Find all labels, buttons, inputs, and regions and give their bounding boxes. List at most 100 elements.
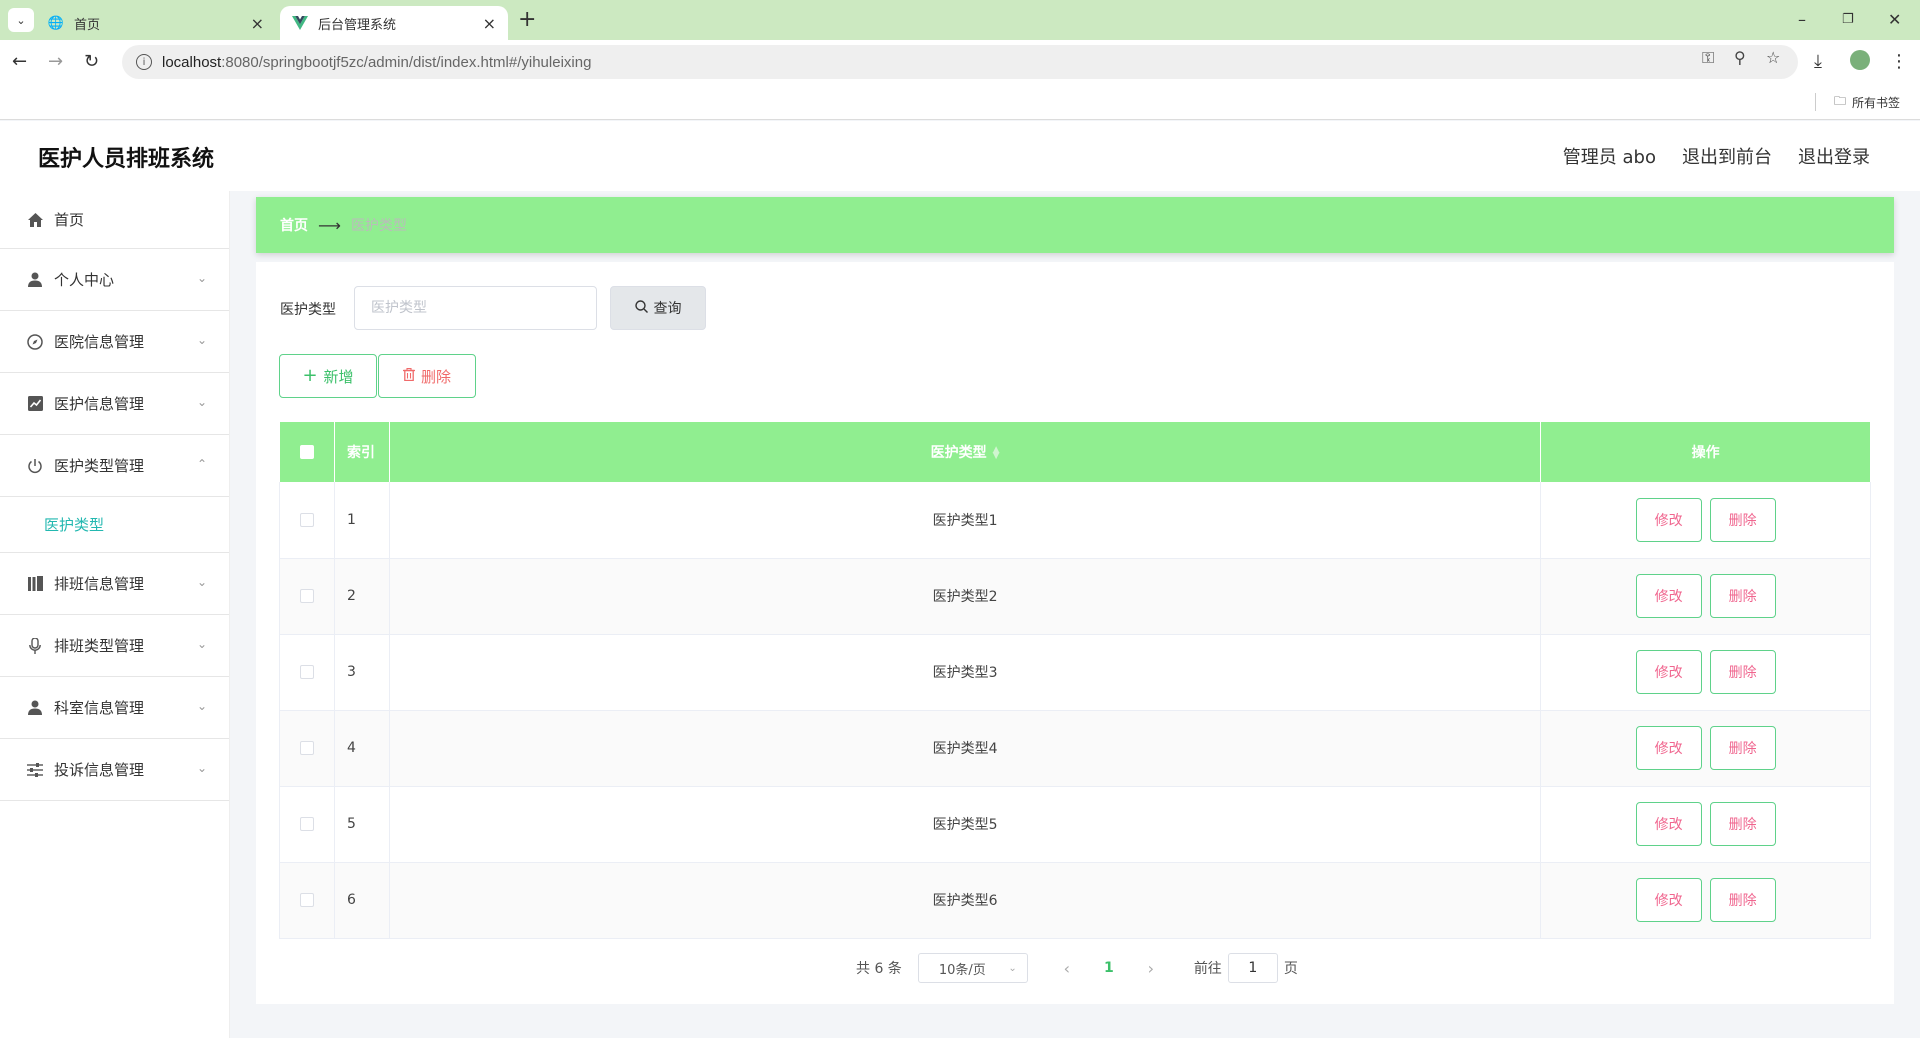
batch-delete-button[interactable]: 删除: [378, 354, 476, 398]
current-user: 管理员 abo: [1562, 147, 1656, 168]
folder-icon: 🗀: [1834, 94, 1847, 108]
sidebar-item-medical-staff[interactable]: 医护信息管理 ⌄: [0, 373, 229, 435]
goto-page-input[interactable]: [1227, 953, 1278, 983]
row-checkbox[interactable]: [299, 893, 314, 907]
row-checkbox[interactable]: [299, 817, 314, 831]
browser-tab-home[interactable]: 🌐 首页 ×: [36, 6, 276, 40]
row-actions: 修改 删除: [1540, 862, 1871, 939]
row-checkbox[interactable]: [299, 589, 314, 603]
table-row: 4 医护类型4 修改 删除: [279, 710, 1871, 787]
header-links: 管理员 abo 退出到前台 退出登录: [1563, 143, 1870, 169]
row-delete-button[interactable]: 删除: [1709, 802, 1776, 846]
tab-search-chevron-icon[interactable]: ⌄: [8, 8, 34, 32]
sidebar-item-complaint-info[interactable]: 投诉信息管理 ⌄: [0, 739, 229, 801]
edit-button[interactable]: 修改: [1635, 802, 1702, 846]
sidebar-item-department-info[interactable]: 科室信息管理 ⌄: [0, 677, 229, 739]
kebab-menu-icon[interactable]: ⋮: [1890, 50, 1908, 74]
content-panel: 医护类型 查询 + 新增 删除 索引 医护类型 ▲▼ 操作: [256, 262, 1894, 1004]
column-header-index: 索引: [334, 422, 390, 482]
row-type: 医护类型5: [389, 786, 1542, 863]
reload-icon[interactable]: ↻: [84, 50, 99, 74]
row-actions: 修改 删除: [1540, 786, 1871, 863]
minimize-icon[interactable]: –: [1798, 8, 1806, 32]
row-select-cell: [279, 634, 335, 711]
row-delete-button[interactable]: 删除: [1709, 726, 1776, 770]
restore-icon[interactable]: ❐: [1842, 8, 1854, 32]
breadcrumb-home[interactable]: 首页: [280, 215, 308, 235]
back-to-frontend-link[interactable]: 退出到前台: [1682, 143, 1772, 169]
sidebar-item-label: 排班信息管理: [54, 575, 145, 593]
info-icon[interactable]: i: [136, 54, 152, 70]
sliders-icon: [26, 761, 44, 779]
page-size-select[interactable]: 10条/页 ⌄: [917, 953, 1028, 983]
row-select-cell: [279, 710, 335, 787]
row-delete-button[interactable]: 删除: [1709, 878, 1776, 922]
row-delete-button[interactable]: 删除: [1709, 497, 1776, 542]
row-index: 5: [334, 786, 390, 863]
row-type: 医护类型2: [389, 558, 1542, 635]
sidebar: 首页 个人中心 ⌄ 医院信息管理 ⌄ 医护信息管理 ⌄ 医护类型管理 ⌃ 医护类…: [0, 191, 230, 1038]
window-close-icon[interactable]: ✕: [1888, 8, 1901, 32]
url-field[interactable]: i localhost:8080/springbootjf5zc/admin/d…: [122, 45, 1798, 79]
sort-caret-icon[interactable]: ▲ ▼: [993, 446, 1000, 461]
row-type: 医护类型4: [389, 710, 1542, 787]
row-checkbox[interactable]: [299, 741, 314, 755]
edit-button[interactable]: 修改: [1635, 497, 1702, 542]
all-bookmarks-button[interactable]: 🗀 所有书签: [1834, 92, 1900, 113]
row-type: 医护类型3: [389, 634, 1542, 711]
search-button[interactable]: 查询: [610, 286, 706, 330]
table-row: 3 医护类型3 修改 删除: [279, 634, 1871, 711]
profile-avatar-icon[interactable]: [1850, 50, 1870, 77]
home-icon: [26, 211, 44, 229]
column-header-type[interactable]: 医护类型 ▲ ▼: [389, 422, 1542, 482]
search-input[interactable]: [354, 286, 597, 330]
chart-icon: [26, 395, 44, 413]
row-delete-button[interactable]: 删除: [1709, 650, 1776, 694]
edit-button[interactable]: 修改: [1635, 878, 1702, 922]
row-actions: 修改 删除: [1540, 558, 1871, 635]
tab-label: 首页: [74, 17, 101, 33]
sidebar-subitem-medical-type[interactable]: 医护类型: [0, 497, 229, 553]
row-checkbox[interactable]: [299, 512, 314, 527]
microphone-icon: [26, 637, 44, 655]
sidebar-item-schedule-info[interactable]: 排班信息管理 ⌄: [0, 553, 229, 615]
edit-button[interactable]: 修改: [1635, 650, 1702, 694]
chevron-down-icon: ⌄: [196, 395, 207, 409]
sidebar-item-home[interactable]: 首页: [0, 191, 229, 249]
sidebar-item-medical-type-mgmt[interactable]: 医护类型管理 ⌃: [0, 435, 229, 497]
chevron-down-icon: ⌄: [196, 699, 207, 713]
chevron-up-icon: ⌃: [196, 457, 207, 471]
add-button[interactable]: + 新增: [279, 354, 377, 398]
download-icon[interactable]: ⤓: [1814, 50, 1822, 74]
row-delete-button[interactable]: 删除: [1709, 574, 1776, 618]
select-all-cell: [279, 422, 335, 482]
edit-button[interactable]: 修改: [1635, 726, 1702, 770]
table-header-row: 索引 医护类型 ▲ ▼ 操作: [279, 422, 1871, 482]
delete-button-label: 删除: [420, 367, 451, 386]
page-number-current[interactable]: 1: [1086, 960, 1132, 976]
close-icon[interactable]: ×: [251, 14, 264, 33]
next-page-icon[interactable]: ›: [1132, 959, 1170, 978]
row-type: 医护类型1: [389, 482, 1542, 559]
logout-link[interactable]: 退出登录: [1798, 143, 1870, 169]
new-tab-icon[interactable]: +: [518, 8, 536, 32]
row-checkbox[interactable]: [299, 665, 314, 679]
chevron-down-icon: ⌄: [1008, 962, 1017, 974]
zoom-icon[interactable]: ⚲: [1734, 48, 1746, 67]
forward-arrow-icon[interactable]: →: [48, 50, 63, 74]
sidebar-item-hospital-info[interactable]: 医院信息管理 ⌄: [0, 311, 229, 373]
edit-button[interactable]: 修改: [1635, 574, 1702, 618]
bookmarks-separator: [1815, 93, 1816, 111]
prev-page-icon[interactable]: ‹: [1048, 959, 1086, 978]
arrow-right-icon: ⟶: [318, 215, 341, 235]
bookmark-star-icon[interactable]: ☆: [1766, 48, 1780, 67]
browser-tab-admin[interactable]: 后台管理系统 ×: [280, 6, 508, 40]
sidebar-item-schedule-type[interactable]: 排班类型管理 ⌄: [0, 615, 229, 677]
sidebar-item-personal-center[interactable]: 个人中心 ⌄: [0, 249, 229, 311]
back-arrow-icon[interactable]: ←: [12, 50, 27, 74]
select-all-checkbox[interactable]: [299, 445, 314, 459]
globe-icon: 🌐: [47, 15, 65, 31]
key-icon[interactable]: ⚿: [1702, 48, 1714, 68]
chevron-down-icon: ⌄: [196, 637, 207, 651]
close-icon[interactable]: ×: [483, 14, 496, 33]
